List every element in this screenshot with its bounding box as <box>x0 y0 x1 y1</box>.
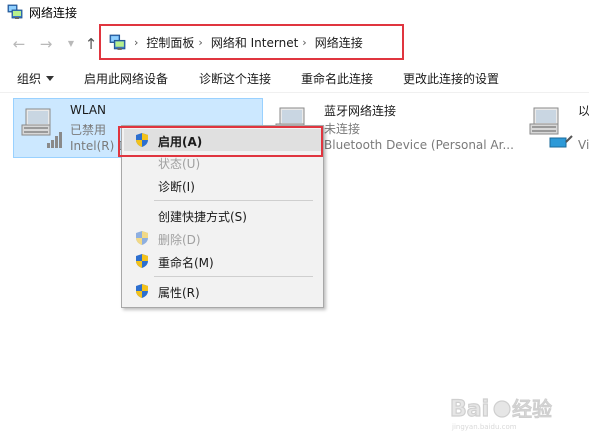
breadcrumb-network-internet[interactable]: 网络和 Internet <box>211 34 298 51</box>
menu-item-create-shortcut[interactable]: 创建快捷方式(S) <box>124 204 321 226</box>
wireless-adapter-icon <box>21 108 62 148</box>
svg-text:Bai: Bai <box>450 397 489 422</box>
ethernet-adapter-icon <box>529 107 573 148</box>
network-connections-icon <box>109 34 126 50</box>
menu-item-label: 状态(U) <box>158 157 201 171</box>
adapter-name: 蓝牙网络连接 <box>324 104 397 118</box>
uac-shield-icon <box>136 231 148 245</box>
menu-item-diagnose[interactable]: 诊断(I) <box>124 174 321 196</box>
network-connections-icon <box>7 4 23 19</box>
adapter-name: WLAN <box>70 103 107 117</box>
organize-menu-button[interactable]: 组织 <box>17 70 55 87</box>
menu-separator <box>154 276 313 277</box>
uac-shield-icon <box>136 284 148 298</box>
diagnose-connection-button[interactable]: 诊断这个连接 <box>199 70 271 87</box>
enable-device-button[interactable]: 启用此网络设备 <box>84 70 168 87</box>
change-settings-button[interactable]: 更改此连接的设置 <box>403 70 499 87</box>
menu-item-properties[interactable]: 属性(R) <box>124 280 321 302</box>
menu-item-label: 删除(D) <box>158 233 201 247</box>
adapter-status: 已禁用 <box>70 123 107 137</box>
menu-item-label: 创建快捷方式(S) <box>158 210 247 224</box>
breadcrumb-separator: › <box>134 35 139 49</box>
svg-text:经验: 经验 <box>512 397 552 421</box>
organize-label: 组织 <box>17 72 42 86</box>
adapter-ethernet[interactable]: 以 Vi <box>522 98 589 158</box>
menu-item-delete[interactable]: 删除(D) <box>124 227 321 249</box>
breadcrumb-network-connections[interactable]: 网络连接 <box>315 34 363 51</box>
annotation-highlight-frame <box>118 126 323 157</box>
baidu-jingyan-watermark-logo: Bai 经验 jingyan.baidu.com <box>450 396 553 431</box>
rename-connection-button[interactable]: 重命名此连接 <box>301 70 373 87</box>
menu-item-label: 诊断(I) <box>158 180 195 194</box>
menu-separator <box>154 200 313 201</box>
breadcrumb-separator[interactable]: › <box>302 36 306 49</box>
dropdown-caret-icon <box>46 76 55 81</box>
breadcrumb-control-panel[interactable]: 控制面板 <box>146 34 194 51</box>
address-bar[interactable]: › 控制面板 › 网络和 Internet › 网络连接 <box>99 24 404 60</box>
up-arrow-icon[interactable]: ↑ <box>83 36 99 52</box>
adapter-device: Vi <box>578 138 589 152</box>
adapter-status: 未连接 <box>324 122 361 136</box>
window-title: 网络连接 <box>29 5 78 20</box>
adapter-name: 以 <box>578 104 589 118</box>
recent-locations-chevron-icon[interactable]: ▼ <box>63 36 79 52</box>
back-arrow-icon[interactable]: ← <box>11 36 27 52</box>
uac-shield-icon <box>136 254 148 268</box>
menu-item-label: 属性(R) <box>158 286 200 300</box>
toolbar-divider <box>0 92 589 93</box>
menu-item-label: 重命名(M) <box>158 256 214 270</box>
forward-arrow-icon[interactable]: → <box>38 36 54 52</box>
svg-text:jingyan.baidu.com: jingyan.baidu.com <box>451 423 517 431</box>
adapter-device: Bluetooth Device (Personal Ar... <box>324 138 514 152</box>
breadcrumb-separator[interactable]: › <box>198 36 202 49</box>
menu-item-rename[interactable]: 重命名(M) <box>124 250 321 272</box>
command-bar: 组织 启用此网络设备 诊断这个连接 重命名此连接 更改此连接的设置 <box>0 64 589 92</box>
title-bar: 网络连接 <box>0 0 589 24</box>
